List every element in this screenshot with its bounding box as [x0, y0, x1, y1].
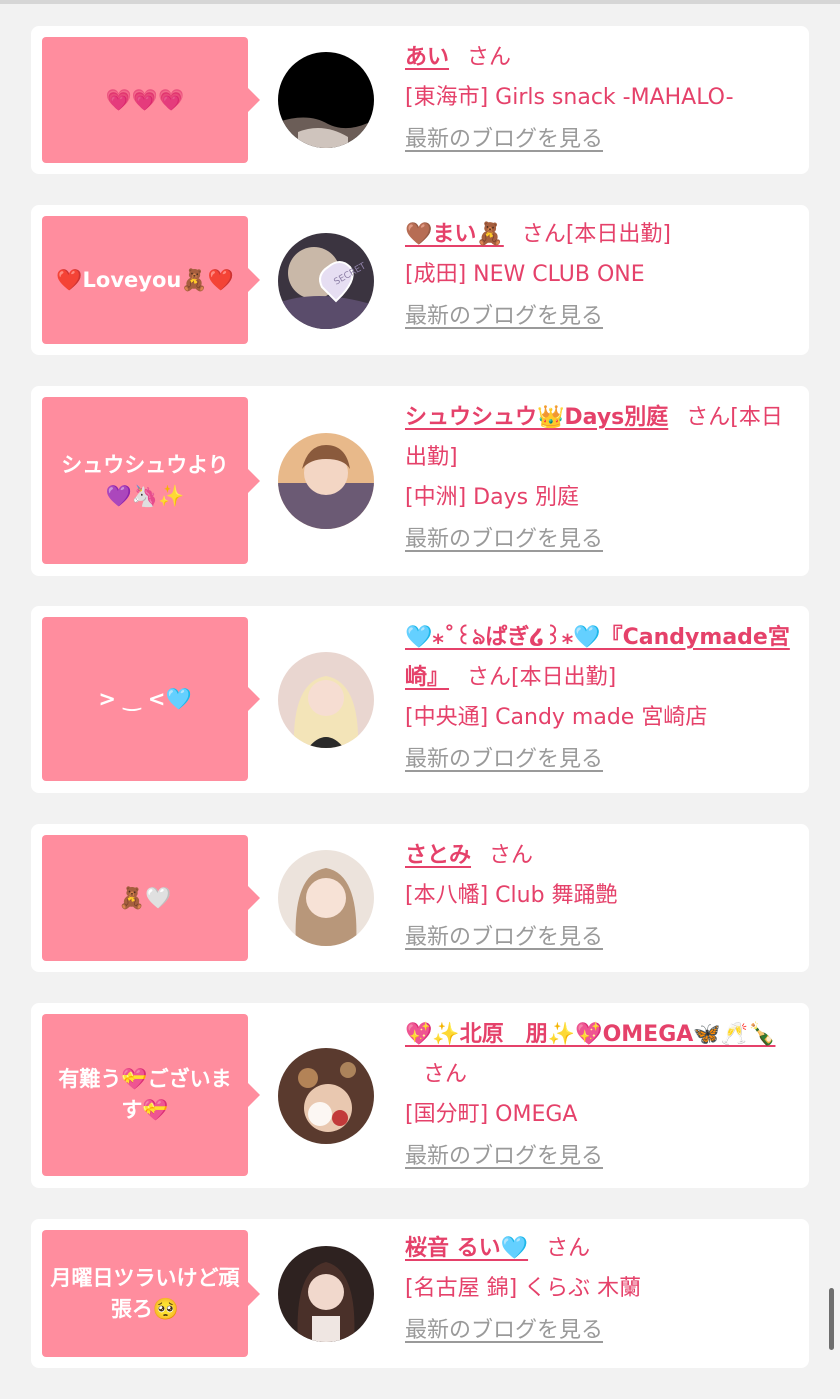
- message-text: 月曜日ツラいけど頑張ろ🥺: [50, 1265, 240, 1321]
- working-today-badge: [本日出勤]: [565, 222, 671, 247]
- cast-name-link[interactable]: さとみ: [405, 843, 471, 868]
- cast-card: 有難う💝ございます💝 💖✨北原 朋✨💖OMEGA🦋🥂🍾 さん [国分町] OMEG…: [31, 1003, 809, 1188]
- message-text: 💗💗💗: [105, 87, 185, 112]
- cast-name-link[interactable]: シュウシュウ👑Days別庭: [405, 405, 668, 430]
- message-bubble: 🧸🤍: [42, 835, 260, 961]
- message-bubble: シュウシュウより💜🦄✨: [42, 397, 260, 564]
- san-label: さん: [467, 665, 512, 690]
- shop-name: [東海市] Girls snack -MAHALO-: [405, 85, 734, 110]
- message-bubble: 有難う💝ございます💝: [42, 1014, 260, 1176]
- cast-card: 🧸🤍 さとみ さん [本八幡] Club 舞踊艶 最新のブログを見る: [31, 824, 809, 972]
- latest-blog-link[interactable]: 最新のブログを見る: [405, 1137, 603, 1177]
- latest-blog-link[interactable]: 最新のブログを見る: [405, 918, 603, 958]
- message-text: 🧸🤍: [118, 885, 172, 910]
- avatar[interactable]: SECRET: [278, 233, 374, 329]
- scrollbar[interactable]: [829, 1288, 834, 1350]
- message-bubble: 月曜日ツラいけど頑張ろ🥺: [42, 1230, 260, 1357]
- san-label: さん: [521, 222, 566, 247]
- message-text: 有難う💝ございます💝: [58, 1067, 232, 1122]
- working-today-badge: [本日出勤]: [511, 665, 617, 690]
- top-divider: [0, 0, 840, 4]
- cast-card: シュウシュウより💜🦄✨ シュウシュウ👑Days別庭 さん[本日出勤] [中洲] D…: [31, 386, 809, 576]
- message-bubble: 💗💗💗: [42, 37, 260, 163]
- cast-name-link[interactable]: あい: [405, 45, 449, 70]
- avatar[interactable]: [278, 1048, 374, 1144]
- avatar[interactable]: [278, 433, 374, 529]
- message-text: シュウシュウより💜🦄✨: [61, 452, 229, 508]
- cast-name-link[interactable]: 桜音 るい🩵: [405, 1236, 528, 1261]
- shop-name: [名古屋 錦] くらぶ 木蘭: [405, 1276, 642, 1301]
- san-label: さん: [546, 1236, 591, 1261]
- shop-name: [中洲] Days 別庭: [405, 485, 580, 510]
- cast-name-link[interactable]: 🤎まい🧸: [405, 222, 504, 247]
- avatar[interactable]: [278, 652, 374, 748]
- cast-name-link[interactable]: 💖✨北原 朋✨💖OMEGA🦋🥂🍾: [405, 1022, 775, 1047]
- cast-card: ❤️Loveyou🧸❤️ SECRET 🤎まい🧸 さん[本日出勤] [成田] NE…: [31, 205, 809, 355]
- san-label: さん: [489, 843, 534, 868]
- shop-name: [中央通] Candy made 宮崎店: [405, 705, 708, 730]
- latest-blog-link[interactable]: 最新のブログを見る: [405, 120, 603, 160]
- san-label: さん: [423, 1062, 468, 1087]
- message-bubble: > ‿ <🩵: [42, 617, 260, 781]
- message-bubble: ❤️Loveyou🧸❤️: [42, 216, 260, 344]
- cast-card: 月曜日ツラいけど頑張ろ🥺 桜音 るい🩵 さん [名古屋 錦] くらぶ 木蘭 最新の…: [31, 1219, 809, 1368]
- latest-blog-link[interactable]: 最新のブログを見る: [405, 520, 603, 560]
- cast-card: > ‿ <🩵 🩵⁎˚꒰ঌぱぎ໒꒱⁎🩵『Candymade宮崎』 さん[本日出勤] …: [31, 606, 809, 793]
- shop-name: [国分町] OMEGA: [405, 1102, 578, 1127]
- san-label: さん: [686, 405, 731, 430]
- san-label: さん: [467, 45, 512, 70]
- message-text: ❤️Loveyou🧸❤️: [56, 267, 234, 292]
- message-text: > ‿ <🩵: [98, 686, 192, 711]
- shop-name: [本八幡] Club 舞踊艶: [405, 883, 618, 908]
- latest-blog-link[interactable]: 最新のブログを見る: [405, 297, 603, 337]
- latest-blog-link[interactable]: 最新のブログを見る: [405, 740, 603, 780]
- shop-name: [成田] NEW CLUB ONE: [405, 262, 645, 287]
- latest-blog-link[interactable]: 最新のブログを見る: [405, 1311, 603, 1351]
- avatar[interactable]: [278, 1246, 374, 1342]
- avatar[interactable]: [278, 52, 374, 148]
- avatar[interactable]: [278, 850, 374, 946]
- cast-card: 💗💗💗 あい さん [東海市] Girls snack -MAHALO- 最新のブ…: [31, 26, 809, 174]
